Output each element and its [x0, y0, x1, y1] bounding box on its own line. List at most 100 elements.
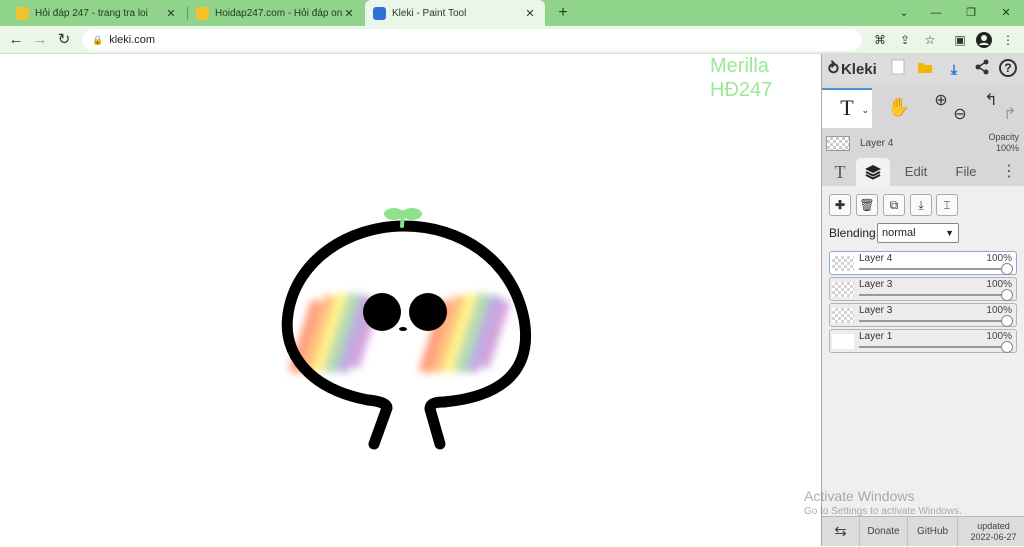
tool-row: T ⌄ ✋ ⊕ ⊖ ↰ ↱ — [822, 86, 1024, 128]
restore-icon[interactable]: ❐ — [960, 3, 982, 23]
help-icon[interactable]: ? — [999, 59, 1017, 77]
layer-item[interactable]: Layer 4 100% — [829, 251, 1017, 275]
layers-panel: ✚ 🗑 ⧉ ⤓ ⌶ Blending normal ▼ Layer 4 100%… — [822, 186, 1024, 516]
zoom-out-icon[interactable]: ⊖ — [945, 100, 975, 130]
layer-opacity-readout: Opacity 100% — [988, 132, 1019, 154]
more-options-icon[interactable]: ⋮ — [1000, 158, 1018, 186]
layer-thumbnail — [832, 334, 854, 349]
layer-item[interactable]: Layer 3 100% — [829, 277, 1017, 301]
kleki-logo-text: Kleki — [840, 60, 877, 78]
close-window-icon[interactable]: ✕ — [995, 3, 1017, 23]
slider-knob[interactable] — [1001, 289, 1013, 301]
hoidap-favicon-icon — [196, 6, 209, 20]
kleki-logo[interactable]: ⥁ Kleki — [828, 59, 877, 79]
share-icon[interactable] — [972, 59, 992, 79]
layer-thumbnail — [826, 136, 850, 151]
hand-tool-icon[interactable]: ✋ — [884, 92, 914, 122]
opacity-value: 100% — [995, 143, 1019, 153]
add-layer-button[interactable]: ✚ — [829, 194, 851, 216]
panel-tabs: T Edit File ⋮ — [822, 158, 1024, 186]
slider-knob[interactable] — [1001, 315, 1013, 327]
menu-kebab-icon[interactable]: ⋮ — [998, 30, 1018, 50]
watermark-line1: Merilla — [710, 55, 769, 77]
tab-title: Hỏi đáp 247 - trang tra loi — [35, 7, 148, 19]
rename-layer-button[interactable]: ⌶ — [936, 194, 958, 216]
address-bar[interactable]: 🔒 kleki.com — [82, 29, 862, 51]
current-layer-name: Layer 4 — [860, 138, 894, 149]
merge-down-button[interactable]: ⤓ — [910, 194, 932, 216]
updated-info: updated 2022-06-27 — [962, 521, 1024, 543]
delete-layer-button[interactable]: 🗑 — [856, 194, 878, 216]
layer-opacity-slider[interactable] — [859, 268, 1006, 270]
kleki-favicon-icon — [373, 6, 386, 20]
reload-icon[interactable]: ↻ — [54, 30, 74, 50]
left-leg — [362, 394, 393, 450]
tab-file[interactable]: File — [946, 158, 986, 186]
browser-tab-hoidap-2[interactable]: Hoidap247.com - Hỏi đáp online ✕ — [188, 0, 364, 26]
chevron-down-icon: ▼ — [945, 228, 954, 238]
redo-icon[interactable]: ↱ — [995, 100, 1024, 130]
layers-icon — [865, 165, 881, 180]
github-link[interactable]: GitHub — [908, 517, 958, 547]
tab-title: Hoidap247.com - Hỏi đáp online — [215, 7, 342, 19]
updated-label: updated — [977, 521, 1010, 531]
translate-icon[interactable]: ⌘ — [870, 30, 890, 50]
layer-thumbnail — [832, 256, 854, 271]
open-folder-icon[interactable] — [915, 59, 935, 79]
layer-name: Layer 4 — [859, 253, 893, 264]
layer-item[interactable]: Layer 3 100% — [829, 303, 1017, 327]
right-eye — [409, 293, 447, 331]
layer-opacity-slider[interactable] — [859, 294, 1006, 296]
watermark-text: Merilla HĐ247 — [710, 54, 772, 102]
slider-knob[interactable] — [1001, 263, 1013, 275]
text-tool-button[interactable]: T ⌄ — [822, 88, 872, 128]
chevron-down-icon[interactable]: ⌄ — [861, 92, 869, 128]
new-image-icon[interactable] — [888, 59, 908, 79]
kleki-logo-icon: ⥁ — [828, 61, 839, 78]
side-panel-icon[interactable]: ▣ — [950, 30, 970, 50]
close-tab-icon[interactable]: ✕ — [164, 7, 178, 20]
hoidap-favicon-icon — [16, 6, 29, 20]
close-tab-icon[interactable]: ✕ — [523, 7, 537, 20]
layer-opacity-slider[interactable] — [859, 320, 1006, 322]
bookmark-star-icon[interactable]: ☆ — [920, 30, 940, 50]
layer-thumbnail — [832, 282, 854, 297]
panel-footer: ⇆ Donate GitHub updated 2022-06-27 — [822, 516, 1024, 547]
tab-edit[interactable]: Edit — [896, 158, 936, 186]
panel-header: ⥁ Kleki ⤓ ? — [822, 54, 1024, 84]
share-icon[interactable]: ⇪ — [895, 30, 915, 50]
browser-tab-bar: Hỏi đáp 247 - trang tra loi ✕ Hoidap247.… — [0, 0, 1024, 26]
url-text: kleki.com — [109, 34, 156, 46]
forward-arrow-icon[interactable]: → — [30, 30, 50, 50]
duplicate-layer-button[interactable]: ⧉ — [883, 194, 905, 216]
layer-thumbnail — [832, 308, 854, 323]
close-tab-icon[interactable]: ✕ — [342, 7, 356, 20]
layer-name: Layer 3 — [859, 305, 893, 316]
blending-label: Blending — [829, 226, 876, 240]
watermark-line2: HĐ247 — [710, 79, 773, 101]
donate-link[interactable]: Donate — [860, 517, 908, 547]
blending-mode-select[interactable]: normal ▼ — [877, 223, 959, 243]
current-layer-info: Layer 4 Opacity 100% — [822, 130, 1024, 158]
tab-search-icon[interactable]: ⌄ — [893, 3, 915, 23]
tab-text[interactable]: T — [826, 158, 854, 186]
back-arrow-icon[interactable]: ← — [6, 30, 26, 50]
layer-opacity-slider[interactable] — [859, 346, 1006, 348]
mouth — [399, 327, 407, 331]
new-tab-button[interactable]: + — [553, 3, 573, 23]
profile-avatar-icon[interactable] — [974, 30, 994, 50]
browser-tab-hoidap-1[interactable]: Hỏi đáp 247 - trang tra loi ✕ — [8, 0, 186, 26]
browser-toolbar: ← → ↻ 🔒 kleki.com ⌘ ⇪ ☆ ▣ ⋮ — [0, 26, 1024, 54]
minimize-icon[interactable]: — — [925, 3, 947, 23]
layer-name: Layer 3 — [859, 279, 893, 290]
layer-item[interactable]: Layer 1 100% — [829, 329, 1017, 353]
browser-tab-kleki[interactable]: Kleki - Paint Tool ✕ — [365, 0, 545, 26]
updated-date: 2022-06-27 — [970, 532, 1017, 542]
tab-layers[interactable] — [856, 158, 890, 186]
lock-icon: 🔒 — [92, 34, 104, 45]
download-icon[interactable]: ⤓ — [944, 59, 964, 79]
drawing-canvas[interactable]: Merilla HĐ247 — [0, 54, 821, 546]
opacity-label: Opacity — [988, 132, 1019, 142]
slider-knob[interactable] — [1001, 341, 1013, 353]
swap-side-icon[interactable]: ⇆ — [822, 517, 860, 547]
